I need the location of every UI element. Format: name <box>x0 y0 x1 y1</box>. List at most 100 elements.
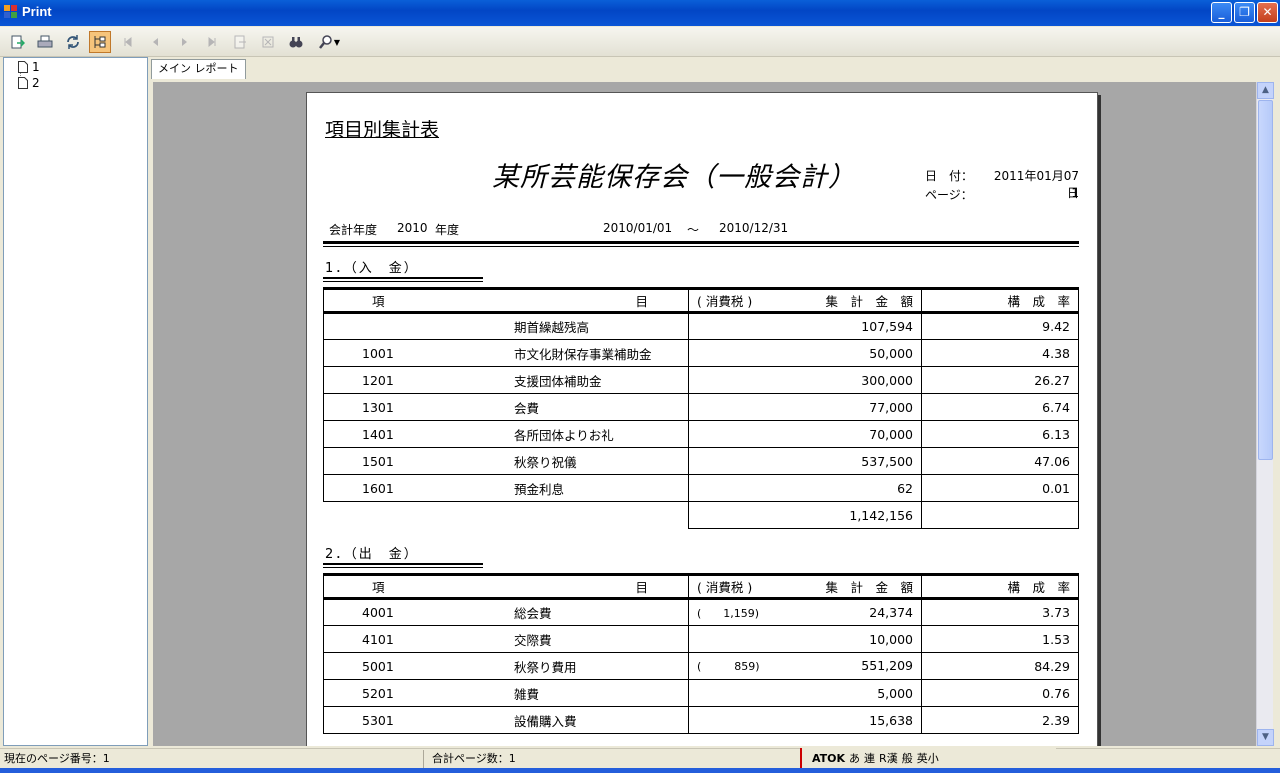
item-code: 1301 <box>323 393 506 421</box>
stop-button[interactable] <box>257 31 279 53</box>
table-row: 1401 各所団体よりお礼 70,000 6.13 <box>323 420 1079 448</box>
export-icon <box>11 35 25 49</box>
amount-value: 70,000 <box>869 426 913 442</box>
amount-cell: 107,594 <box>688 312 922 340</box>
table-row: 4001 総会費 ( 1,159) 24,374 3.73 <box>323 598 1079 626</box>
toggle-tree-icon <box>94 36 106 48</box>
item-name: 各所団体よりお礼 <box>506 420 689 448</box>
item-code: 1401 <box>323 420 506 448</box>
minimize-button[interactable]: _ <box>1211 2 1232 23</box>
tree-item-label: 1 <box>32 60 40 74</box>
item-header: 項目 <box>323 287 689 314</box>
print-button[interactable] <box>34 31 56 53</box>
status-bar: 現在のページ番号：1 合計ページ数：1 <box>0 748 1280 768</box>
window-title: Print <box>22 4 52 19</box>
find-button[interactable] <box>285 31 307 53</box>
amount-value: 537,500 <box>861 453 913 469</box>
amount-value: 300,000 <box>861 372 913 388</box>
first-page-button[interactable] <box>117 31 139 53</box>
page-label: ページ： <box>925 188 973 202</box>
page-icon <box>18 61 28 73</box>
ime-item[interactable]: あ <box>849 750 860 766</box>
find-icon <box>289 37 303 48</box>
prev-page-button[interactable] <box>145 31 167 53</box>
amount-cell: 70,000 <box>688 420 922 448</box>
amount-value: 107,594 <box>861 319 913 334</box>
rate-cell: 6.13 <box>921 420 1079 448</box>
ime-item[interactable]: R漢 <box>879 750 898 766</box>
ime-item[interactable]: 英小 <box>917 750 939 766</box>
tree-item-page-2[interactable]: 2 <box>18 76 40 90</box>
vertical-scrollbar[interactable]: ▲ ▼ <box>1256 82 1274 746</box>
amount-value: 50,000 <box>869 345 913 361</box>
chevron-down-icon: ▼ <box>333 37 341 47</box>
amount-cell: ( 1,159) 24,374 <box>688 598 922 626</box>
next-page-button[interactable] <box>173 31 195 53</box>
scroll-thumb[interactable] <box>1258 100 1273 460</box>
ime-item[interactable]: 連 <box>864 750 875 766</box>
amount-value: 77,000 <box>869 399 913 415</box>
table-row: 1301 会費 77,000 6.74 <box>323 393 1079 421</box>
page-value: 1 <box>1071 186 1079 200</box>
item-name: 秋祭り費用 <box>506 652 689 680</box>
next-page-icon <box>182 38 187 46</box>
page-icon <box>18 77 28 89</box>
zoom-icon <box>318 35 332 49</box>
restore-button[interactable]: ❐ <box>1234 2 1255 23</box>
header-rule-thin <box>323 246 1079 247</box>
export-button[interactable] <box>6 31 28 53</box>
fiscal-year: 2010 <box>397 221 428 235</box>
item-code <box>323 312 506 340</box>
report-title: 項目別集計表 <box>325 119 440 141</box>
amount-cell: 50,000 <box>688 339 922 367</box>
refresh-button[interactable] <box>62 31 84 53</box>
ime-toolbar: ATOK あ連 R漢般英小 <box>800 748 1056 768</box>
table-row: 1001 市文化財保存事業補助金 50,000 4.38 <box>323 339 1079 367</box>
rate-cell: 2.39 <box>921 706 1079 734</box>
table-row: 5001 秋祭り費用 ( 859) 551,209 84.29 <box>323 652 1079 680</box>
amount-cell: 537,500 <box>688 447 922 475</box>
item-code: 4001 <box>323 598 506 626</box>
amount-cell: 77,000 <box>688 393 922 421</box>
tab-main-report[interactable]: メイン レポート <box>151 59 246 79</box>
item-name: 会費 <box>506 393 689 421</box>
header-rule <box>323 241 1079 244</box>
rate-header: 構 成 率 <box>921 573 1079 600</box>
expense-heading: 2．（出 金） <box>325 547 419 562</box>
amount-value: 15,638 <box>869 712 913 728</box>
income-table: 項目 ( 消費税 ) 集 計 金 額 構 成 率 期首繰越残高 107,594 9.4… <box>323 287 1079 529</box>
expense-table: 項目 ( 消費税 ) 集 計 金 額 構 成 率 4001 総会費 ( 1,159) 2… <box>323 573 1079 734</box>
report-page: 項目別集計表 某所芸能保存会（一般会計） 日 付： 2011年01月07日 ペー… <box>306 92 1098 746</box>
refresh-icon <box>67 35 79 49</box>
tax-value: ( 1,159) <box>697 606 760 620</box>
item-code: 1501 <box>323 447 506 475</box>
amount-value: 10,000 <box>869 631 913 647</box>
period-end: 2010/12/31 <box>719 221 789 235</box>
scroll-up-icon[interactable]: ▲ <box>1257 82 1274 99</box>
first-page-icon <box>124 36 132 48</box>
table-row: 4101 交際費 10,000 1.53 <box>323 625 1079 653</box>
rate-cell: 84.29 <box>921 652 1079 680</box>
last-page-button[interactable] <box>201 31 223 53</box>
total-pages-status: 合計ページ数：1 <box>432 752 516 765</box>
zoom-button[interactable]: ▼ <box>313 31 345 53</box>
toggle-tree-button[interactable] <box>89 31 111 53</box>
item-name: 期首繰越残高 <box>506 312 689 340</box>
income-total: 1,142,156 <box>688 501 922 529</box>
prev-page-icon <box>153 38 158 46</box>
rate-cell: 6.74 <box>921 393 1079 421</box>
ime-item[interactable]: 般 <box>902 750 913 766</box>
close-button[interactable]: ✕ <box>1257 2 1278 23</box>
rate-cell: 26.27 <box>921 366 1079 394</box>
amount-value: 5,000 <box>877 685 913 701</box>
tax-value: ( 859) <box>697 660 760 673</box>
rate-cell: 4.38 <box>921 339 1079 367</box>
amount-value: 24,374 <box>869 604 913 620</box>
current-page-status: 現在のページ番号：1 <box>0 750 424 768</box>
tree-item-page-1[interactable]: 1 <box>18 60 40 74</box>
item-code: 1601 <box>323 474 506 502</box>
rate-cell: 0.76 <box>921 679 1079 707</box>
scroll-down-icon[interactable]: ▼ <box>1257 729 1274 746</box>
goto-page-button[interactable] <box>229 31 251 53</box>
ime-item[interactable]: ATOK <box>812 752 845 765</box>
